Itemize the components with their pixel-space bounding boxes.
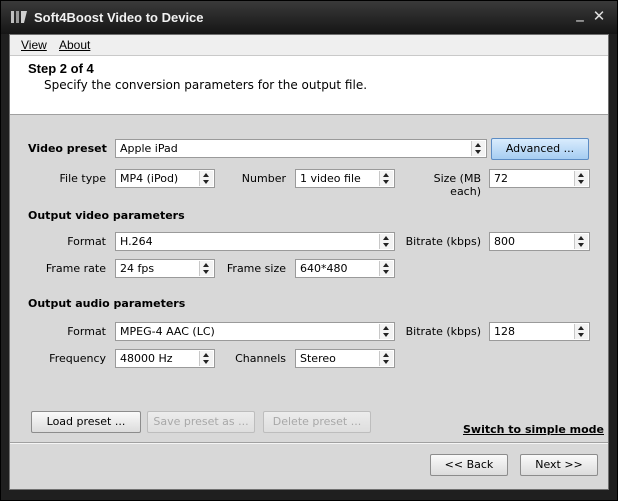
audio-format-arrows-icon[interactable]	[379, 324, 393, 339]
number-value: 1 video file	[300, 172, 361, 185]
video-preset-label: Video preset	[28, 142, 107, 155]
size-spinner[interactable]: 72	[489, 169, 590, 188]
frequency-label: Frequency	[49, 352, 106, 365]
channels-value: Stereo	[300, 352, 336, 365]
audio-bitrate-value: 128	[494, 325, 515, 338]
video-params-heading: Output video parameters	[28, 209, 185, 222]
audio-bitrate-label: Bitrate (kbps)	[405, 325, 481, 338]
video-bitrate-spinner[interactable]: 800	[489, 232, 590, 251]
audio-format-select[interactable]: MPEG-4 AAC (LC)	[115, 322, 395, 341]
audio-params-heading: Output audio parameters	[28, 297, 186, 310]
menu-about[interactable]: About	[59, 38, 90, 52]
video-bitrate-value: 800	[494, 235, 515, 248]
channels-arrows-icon[interactable]	[379, 351, 393, 366]
video-preset-arrows-icon[interactable]	[471, 141, 485, 156]
video-preset-value: Apple iPad	[120, 142, 178, 155]
frame-size-select[interactable]: 640*480	[295, 259, 395, 278]
size-stepper-icon[interactable]	[574, 171, 588, 186]
video-preset-select[interactable]: Apple iPad	[115, 139, 487, 158]
app-logo-icon	[11, 11, 27, 23]
channels-select[interactable]: Stereo	[295, 349, 395, 368]
frame-rate-arrows-icon[interactable]	[199, 261, 213, 276]
video-format-value: H.264	[120, 235, 153, 248]
menu-view[interactable]: View	[21, 38, 47, 52]
video-bitrate-label: Bitrate (kbps)	[405, 235, 481, 248]
step-title: Step 2 of 4	[28, 61, 94, 76]
save-preset-button[interactable]: Save preset as ...	[147, 411, 255, 433]
window-title: Soft4Boost Video to Device	[34, 10, 204, 25]
step-description: Specify the conversion parameters for th…	[44, 78, 368, 92]
load-preset-button[interactable]: Load preset ...	[31, 411, 141, 433]
footer-divider	[10, 442, 608, 444]
number-arrows-icon[interactable]	[379, 171, 393, 186]
frequency-value: 48000 Hz	[120, 352, 173, 365]
back-button[interactable]: << Back	[430, 454, 508, 476]
close-button[interactable]: ✕	[590, 7, 608, 25]
frame-rate-value: 24 fps	[120, 262, 155, 275]
audio-bitrate-arrows-icon[interactable]	[574, 324, 588, 339]
size-value: 72	[494, 172, 508, 185]
simple-mode-link[interactable]: Switch to simple mode	[463, 423, 604, 436]
title-bar[interactable]: Soft4Boost Video to Device _ ✕	[1, 1, 617, 34]
file-type-select[interactable]: MP4 (iPod)	[115, 169, 215, 188]
channels-label: Channels	[235, 352, 286, 365]
minimize-button[interactable]: _	[571, 4, 589, 22]
file-type-arrows-icon[interactable]	[199, 171, 213, 186]
frame-size-value: 640*480	[300, 262, 348, 275]
frequency-arrows-icon[interactable]	[199, 351, 213, 366]
number-label: Number	[241, 172, 286, 185]
video-format-arrows-icon[interactable]	[379, 234, 393, 249]
audio-format-label: Format	[67, 325, 106, 338]
file-type-label: File type	[59, 172, 106, 185]
delete-preset-button[interactable]: Delete preset ...	[263, 411, 371, 433]
next-button[interactable]: Next >>	[520, 454, 598, 476]
advanced-button[interactable]: Advanced ...	[491, 138, 589, 160]
size-label: Size (MB each)	[433, 172, 481, 198]
frame-size-label: Frame size	[226, 262, 286, 275]
number-select[interactable]: 1 video file	[295, 169, 395, 188]
video-format-select[interactable]: H.264	[115, 232, 395, 251]
menu-bar: View About	[10, 35, 608, 56]
frame-size-arrows-icon[interactable]	[379, 261, 393, 276]
frame-rate-select[interactable]: 24 fps	[115, 259, 215, 278]
frame-rate-label: Frame rate	[45, 262, 106, 275]
wizard-header: Step 2 of 4 Specify the conversion param…	[10, 56, 608, 115]
audio-bitrate-select[interactable]: 128	[489, 322, 590, 341]
frequency-select[interactable]: 48000 Hz	[115, 349, 215, 368]
file-type-value: MP4 (iPod)	[120, 172, 179, 185]
app-window: Soft4Boost Video to Device _ ✕ View Abou…	[0, 0, 618, 501]
audio-format-value: MPEG-4 AAC (LC)	[120, 325, 215, 338]
client-area: View About Step 2 of 4 Specify the conve…	[9, 34, 609, 490]
video-bitrate-stepper-icon[interactable]	[574, 234, 588, 249]
video-format-label: Format	[67, 235, 106, 248]
